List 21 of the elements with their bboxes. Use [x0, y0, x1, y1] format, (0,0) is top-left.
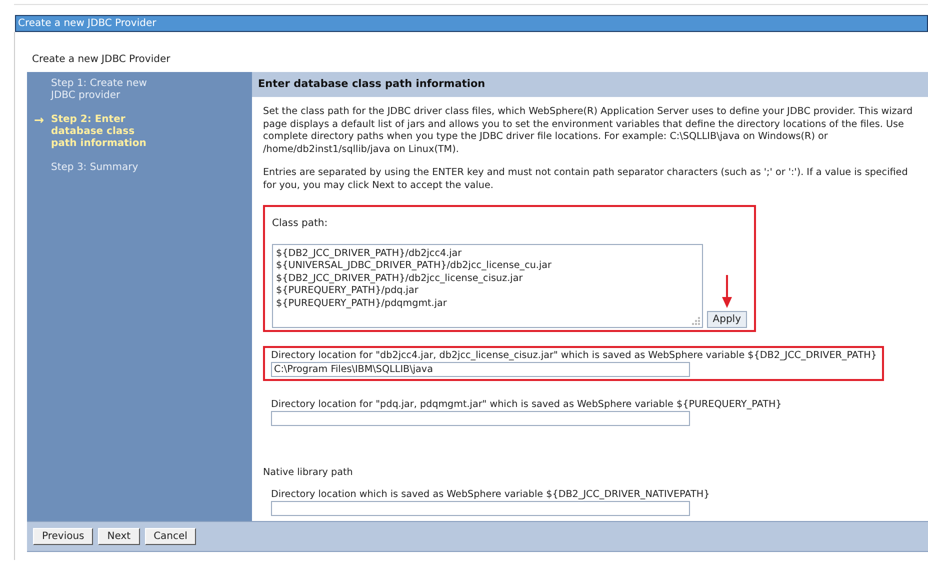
directory-label: Directory location for "db2jcc4.jar, db2jcc_license_cisuz.jar" which is saved as WebSphere variable ${DB2_JCC_DRIVER_PATH}: [271, 350, 876, 362]
directory-field[interactable]: [271, 501, 690, 516]
wizard-button[interactable]: Cancel: [144, 528, 196, 545]
wizard-button[interactable]: Next: [98, 528, 140, 545]
current-step-arrow: →: [34, 114, 44, 129]
native-library-heading: Native library path: [263, 466, 353, 480]
section-header: Enter database class path information: [252, 72, 928, 97]
class-path-label: Class path:: [272, 217, 329, 231]
wizard-button[interactable]: Previous: [33, 528, 94, 545]
class-path-textarea[interactable]: ${DB2_JCC_DRIVER_PATH}/db2jcc4.jar ${UNIVERSAL_JDBC_DRIVER_PATH}/db2jcc_license_cu.jar ${DB2_JCC_DRIVER_PATH}/db2jcc_license_cisuz.jar ${PUREQUERY_PATH}/pdq.jar ${PUREQUERY_PATH}/pdqmgmt.jar: [272, 244, 703, 328]
directory-field[interactable]: [271, 411, 690, 426]
description-text: Set the class path for the JDBC driver class files, which WebSphere(R) Application Server uses to define your JDBC provider. This wizard page displays a default list of jars and allows you to set the environment variables that define the directory locations of the files. Use complete directory paths when you type the JDBC driver file locations. For example: C:\SQLLIB\java on Windows(R) or /home/db2inst1/sqllib/java on Linux(TM).: [263, 106, 913, 156]
directory-field[interactable]: C:\Program Files\IBM\SQLLIB\java: [271, 362, 690, 377]
directory-label: Directory location which is saved as WebSphere variable ${DB2_JCC_DRIVER_NATIVEPATH}: [271, 489, 711, 502]
window-title: Create a new JDBC Provider: [18, 17, 156, 31]
page-title: Create a new JDBC Provider: [32, 53, 170, 67]
resize-grip-icon[interactable]: [692, 317, 701, 326]
description-text: Entries are separated by using the ENTER key and must not contain path separator characters (such as ';' or ':'). If a value is specified for you, you may click Next to accept the value.: [263, 167, 909, 192]
apply-button[interactable]: Apply: [706, 311, 747, 328]
directory-label: Directory location for "pdq.jar, pdqmgmt.jar" which is saved as WebSphere variable ${PUREQUERY_PATH}: [271, 399, 783, 411]
pointer-arrow: [722, 275, 732, 309]
